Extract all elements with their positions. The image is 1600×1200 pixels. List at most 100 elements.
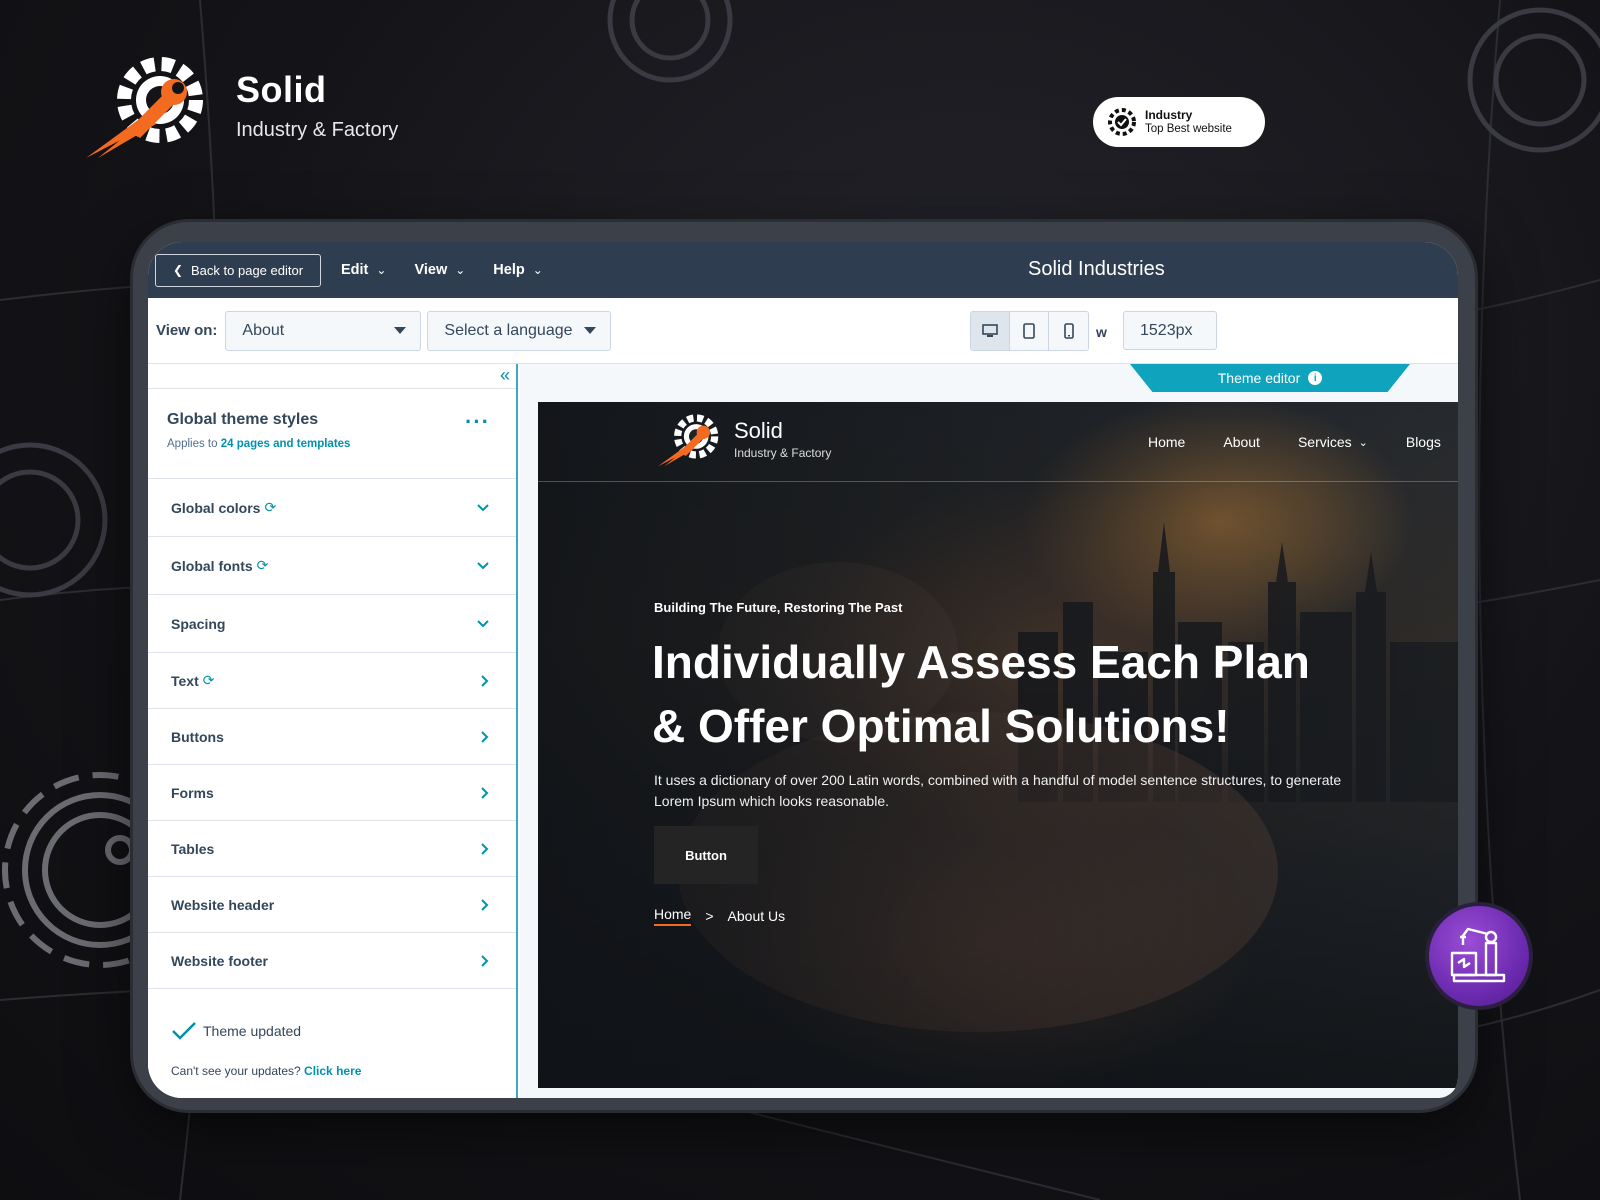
back-button-label: Back to page editor [191, 262, 304, 278]
menu-help-label: Help [493, 262, 525, 278]
website-logo-sub: Industry & Factory [734, 446, 832, 460]
view-on-label: View on: [156, 322, 218, 339]
hero-button[interactable]: Button [654, 826, 758, 884]
nav-text[interactable]: Text ⟳ [148, 653, 516, 709]
chevron-left-icon: ❮ [172, 263, 184, 277]
website-header: Solid Industry & Factory Home About Serv… [538, 402, 1458, 482]
hero-description: It uses a dictionary of over 200 Latin w… [654, 772, 1342, 809]
menu-edit[interactable]: Edit ⌄ [341, 262, 386, 278]
page-select[interactable]: About [225, 310, 422, 351]
chevron-down-icon: ⌄ [455, 263, 466, 277]
global-theme-styles: Global theme styles Applies to 24 pages … [148, 389, 516, 479]
nav-label: Website footer [171, 952, 268, 969]
nav-services[interactable]: Services ⌄ [1298, 434, 1368, 450]
breadcrumb: Home > About Us [654, 906, 785, 926]
click-here-link[interactable]: Click here [304, 1064, 361, 1078]
language-select[interactable]: Select a language [427, 310, 612, 351]
chevron-right-icon [481, 786, 489, 799]
applies-to-text: Applies to 24 pages and templates [167, 438, 516, 450]
menu-help[interactable]: Help ⌄ [493, 262, 542, 278]
nav-label: Website header [171, 896, 275, 913]
nav-forms[interactable]: Forms [148, 765, 516, 821]
nav-label: About [1223, 434, 1260, 450]
page-select-value: About [242, 321, 285, 339]
editor-menu: Edit ⌄ View ⌄ Help ⌄ [341, 262, 571, 278]
gear-wrench-logo-icon [86, 57, 203, 158]
desktop-view-button[interactable] [971, 312, 1010, 350]
menu-view-label: View [414, 262, 448, 278]
brand-logo: Solid Industry & Factory [78, 50, 398, 160]
accordion-global-colors[interactable]: Global colors ⟳ [148, 479, 516, 537]
accordion-spacing[interactable]: Spacing [148, 595, 516, 653]
nav-home[interactable]: Home [1148, 434, 1185, 450]
language-select-value: Select a language [444, 321, 573, 339]
nav-buttons[interactable]: Buttons [148, 709, 516, 765]
breadcrumb-current: About Us [727, 908, 786, 924]
chevron-right-icon [481, 842, 489, 855]
tablet-screen: ❮ Back to page editor Edit ⌄ View ⌄ Help… [148, 242, 1458, 1098]
nav-tables[interactable]: Tables [148, 821, 516, 877]
nav-label: Tables [171, 840, 215, 857]
mobile-view-button[interactable] [1049, 312, 1088, 350]
nav-label: Services [1297, 434, 1352, 450]
theme-editor-label: Theme editor [1217, 370, 1301, 386]
breadcrumb-home[interactable]: Home [654, 906, 692, 926]
website-hero: Solid Industry & Factory Home About Serv… [538, 402, 1458, 1088]
robot-arm-icon [1450, 927, 1506, 983]
accordion-label: Global colors [171, 499, 261, 516]
top-best-badge: Industry Top Best website [1093, 97, 1265, 147]
robot-arm-button[interactable] [1425, 902, 1533, 1010]
tablet-view-button[interactable] [1010, 312, 1049, 350]
gear-wrench-logo-icon [658, 414, 719, 467]
theme-settings-panel: « Global theme styles Applies to 24 page… [148, 364, 518, 1098]
badge-line2: Top Best website [1145, 123, 1232, 135]
badge-line1: Industry [1145, 108, 1193, 122]
view-on-bar: View on: About Select a language w 1523p… [148, 298, 1458, 364]
chevron-down-icon: ⌄ [376, 263, 387, 277]
nav-label: Blogs [1405, 434, 1441, 450]
theme-editor-tab[interactable]: Theme editor i [1130, 364, 1410, 392]
brand-name: Solid [236, 68, 327, 110]
chevron-down-icon [477, 561, 489, 569]
back-to-page-editor-button[interactable]: ❮ Back to page editor [155, 253, 321, 287]
website-logo-name: Solid [734, 418, 783, 443]
hero-headline: Individually Assess Each Plan & Offer Op… [652, 630, 1352, 758]
website-logo[interactable]: Solid Industry & Factory [654, 409, 831, 469]
editor-topbar: ❮ Back to page editor Edit ⌄ View ⌄ Help… [148, 242, 1458, 298]
nav-website-header[interactable]: Website header [148, 877, 516, 933]
check-icon [172, 1022, 196, 1040]
chevron-right-icon [481, 674, 489, 687]
nav-website-footer[interactable]: Website footer [148, 933, 516, 989]
device-toggle [970, 311, 1089, 351]
nav-about[interactable]: About [1223, 434, 1260, 450]
page-preview: Theme editor i Solid Industry & Factory … [520, 364, 1458, 1098]
chevron-right-icon [481, 730, 489, 743]
sync-icon: ⟳ [256, 557, 269, 573]
width-label: w [1096, 324, 1107, 340]
collapse-row: « [148, 364, 516, 389]
nav-label: Text [171, 672, 199, 689]
collapse-panel-icon[interactable]: « [500, 365, 510, 386]
cant-see-updates: Can't see your updates? Click here [171, 1064, 361, 1078]
site-title: Solid Industries [1028, 258, 1165, 280]
chevron-down-icon: ⌄ [1358, 436, 1368, 449]
width-input[interactable]: 1523px [1123, 311, 1217, 350]
more-options-icon[interactable]: ··· [465, 409, 490, 435]
applies-link[interactable]: 24 pages and templates [221, 438, 351, 450]
menu-view[interactable]: View ⌄ [414, 262, 465, 278]
chevron-down-icon [477, 619, 489, 627]
panel-title: Global theme styles [167, 411, 319, 428]
theme-updated-status: Theme updated [171, 1021, 301, 1041]
sync-icon: ⟳ [202, 672, 215, 688]
nav-blogs[interactable]: Blogs [1406, 434, 1441, 450]
status-text: Theme updated [203, 1023, 302, 1039]
headline-line2: & Offer Optimal Solutions! [652, 700, 1230, 752]
hero-kicker: Building The Future, Restoring The Past [654, 600, 903, 615]
accordion-global-fonts[interactable]: Global fonts ⟳ [148, 537, 516, 595]
mobile-icon [1063, 323, 1074, 339]
caret-down-icon [394, 327, 407, 334]
chevron-right-icon [481, 898, 489, 911]
nav-label: Forms [171, 784, 214, 801]
breadcrumb-separator: > [705, 908, 714, 924]
website-nav: Home About Services ⌄ Blogs [1148, 434, 1458, 450]
